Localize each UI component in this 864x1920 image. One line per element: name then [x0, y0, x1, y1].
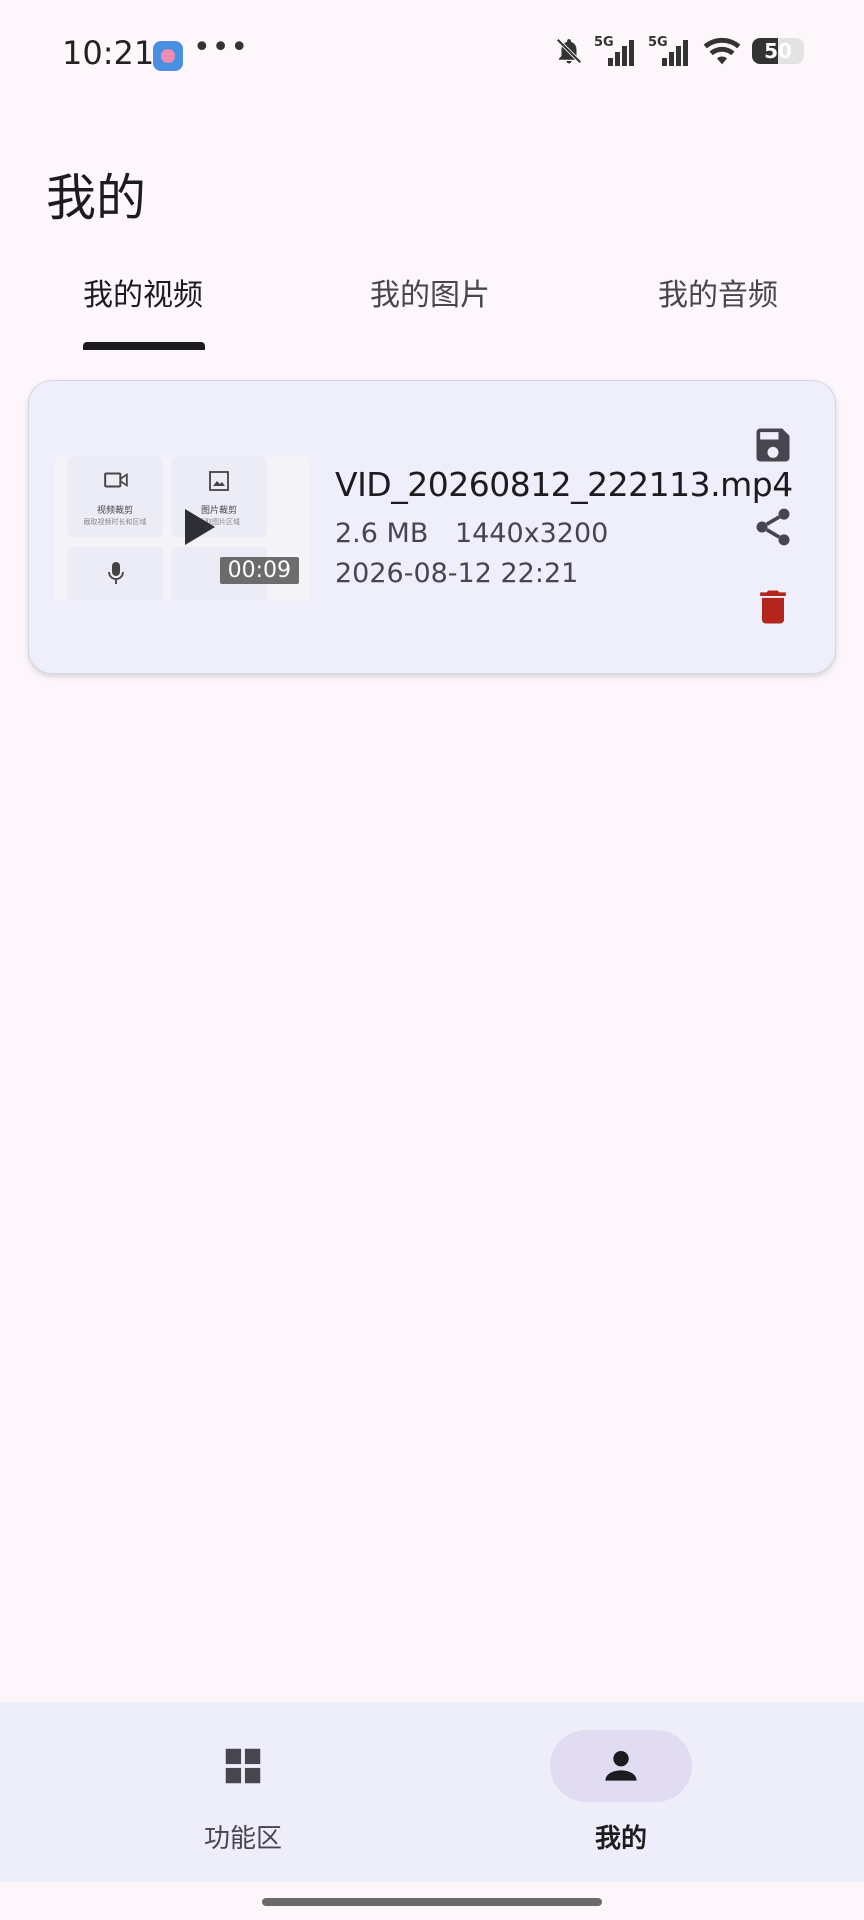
nav-item-features[interactable]: 功能区: [93, 1702, 393, 1882]
page-title: 我的: [46, 169, 146, 227]
file-date: 2026-08-12 22:21: [335, 558, 579, 589]
nav-pill: [550, 1730, 692, 1802]
signal-5g-icon: 5G: [594, 35, 634, 66]
tab-my-images[interactable]: 我的图片: [370, 270, 490, 314]
video-thumbnail[interactable]: 视频裁剪 截取视频时长和区域 图片裁剪 截取图片区域 00:09: [55, 457, 309, 601]
status-icons: 5G 5G 50: [554, 34, 804, 68]
app-notification-icon: [153, 41, 183, 71]
share-icon: [756, 508, 790, 546]
thumb-tile-subtitle: 截取视频时长和区域: [83, 518, 147, 526]
tab-bar: 我的视频 我的图片 我的音频: [0, 260, 864, 352]
thumb-tile-title: 视频裁剪: [96, 506, 133, 516]
status-bar: 10:21 ••• 5G 5G 50: [0, 0, 864, 110]
thumb-tile: [67, 547, 163, 601]
wifi-icon: [703, 37, 741, 65]
gesture-bar[interactable]: [262, 1898, 602, 1906]
media-card[interactable]: 视频裁剪 截取视频时长和区域 图片裁剪 截取图片区域 00:09 VID_202…: [28, 380, 836, 674]
tab-my-videos[interactable]: 我的视频: [83, 270, 203, 314]
tab-indicator: [83, 342, 205, 350]
battery-text: 50: [764, 39, 792, 63]
microphone-icon: [108, 562, 124, 584]
video-camera-icon: [104, 472, 128, 488]
play-icon: [185, 509, 215, 545]
nav-item-mine[interactable]: 我的: [471, 1702, 771, 1882]
share-button[interactable]: [745, 499, 801, 555]
save-button[interactable]: [745, 417, 801, 473]
file-name: VID_20260812_222113.mp4: [335, 465, 793, 504]
grid-icon: [225, 1748, 261, 1784]
status-time: 10:21: [62, 34, 155, 72]
nav-label: 功能区: [203, 1824, 282, 1854]
bottom-navigation: 功能区 我的: [0, 1702, 864, 1882]
file-resolution: 1440x3200: [454, 518, 609, 549]
signal-label: 5G: [648, 35, 668, 50]
thumb-tile: 视频裁剪 截取视频时长和区域: [67, 457, 163, 537]
image-crop-icon: [209, 471, 229, 491]
person-icon: [605, 1750, 637, 1781]
video-duration: 00:09: [219, 557, 299, 584]
signal-5g-icon: 5G: [648, 35, 688, 66]
delete-icon: [760, 590, 786, 624]
nav-pill: [172, 1730, 314, 1802]
file-size: 2.6 MB: [335, 518, 429, 549]
signal-label: 5G: [594, 35, 614, 50]
nav-label: 我的: [594, 1824, 647, 1854]
bell-off-icon: [556, 38, 582, 64]
battery-icon: 50: [752, 38, 804, 64]
delete-button[interactable]: [745, 579, 801, 635]
save-icon: [756, 428, 790, 462]
file-meta: 2.6 MB 1440x3200: [335, 518, 608, 549]
screen: 10:21 ••• 5G 5G 50 我的 我的视频 我的图片 我的音频 视频裁…: [0, 0, 864, 1920]
more-icon: •••: [193, 30, 250, 65]
tab-my-audio[interactable]: 我的音频: [658, 270, 778, 314]
